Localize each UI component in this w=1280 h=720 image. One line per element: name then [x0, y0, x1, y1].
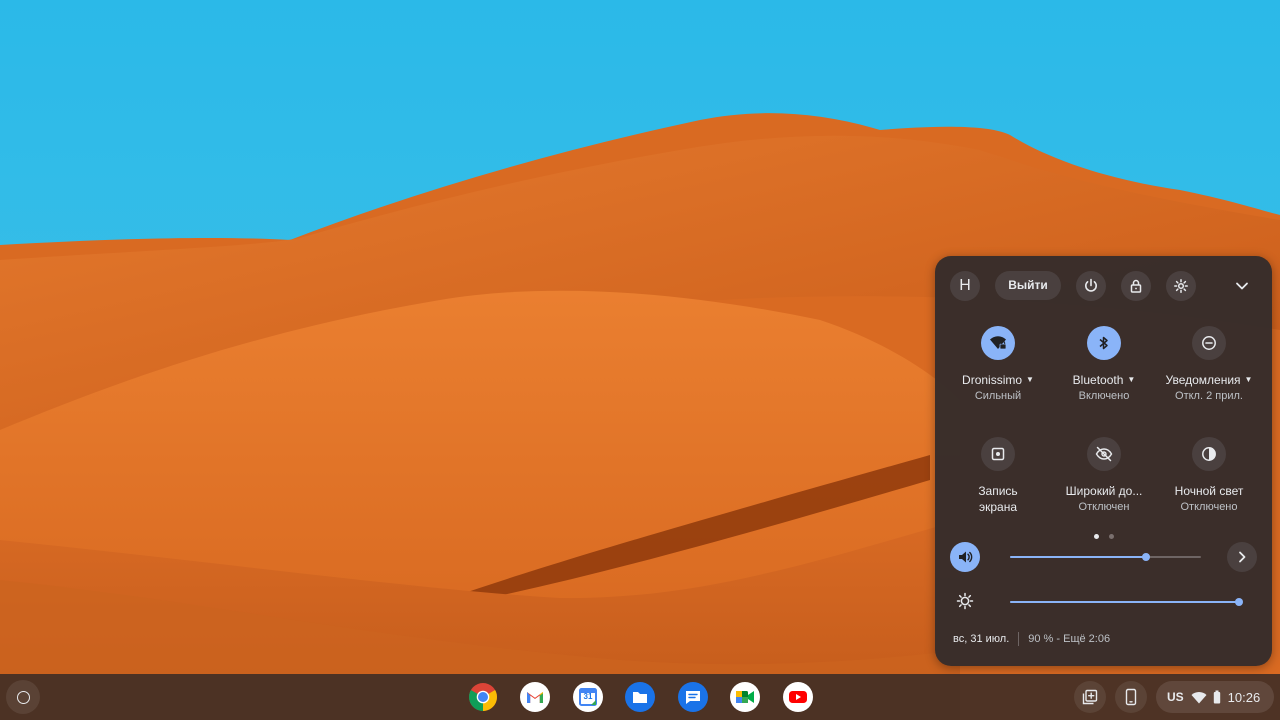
- dropdown-caret-icon: ▼: [1127, 375, 1136, 384]
- meet-icon: [730, 682, 760, 712]
- volume-slider-fill: [1010, 556, 1146, 558]
- tile-network-label: Dronissimo: [962, 373, 1023, 387]
- brightness-icon-wrap: [950, 586, 980, 616]
- tile-night-light-label: Ночной свет: [1174, 484, 1244, 498]
- volume-mute-button[interactable]: [950, 542, 980, 572]
- tile-notifications-status: Откл. 2 прил.: [1175, 390, 1243, 402]
- tile-network-status: Сильный: [974, 390, 1022, 402]
- tile-wide-access-toggle[interactable]: [1087, 437, 1121, 471]
- tile-bluetooth-label: Bluetooth: [1072, 373, 1124, 387]
- app-youtube[interactable]: [783, 682, 813, 712]
- quick-settings-footer: вс, 31 июл. 90 % - Ещё 2:06: [953, 632, 1110, 646]
- screen-capture-icon: [991, 447, 1005, 461]
- app-gmail[interactable]: [520, 682, 550, 712]
- page-dot-1[interactable]: [1093, 534, 1099, 539]
- dropdown-caret-icon: ▼: [1026, 375, 1034, 384]
- chevron-right-icon: [1239, 551, 1246, 563]
- status-area-button[interactable]: US 10:26: [1156, 681, 1274, 713]
- do-not-disturb-icon: [1202, 336, 1216, 350]
- sign-out-button[interactable]: Выйти: [995, 271, 1061, 300]
- holding-space-button[interactable]: [1074, 681, 1106, 713]
- phone-icon: [1125, 688, 1137, 706]
- app-calendar[interactable]: 31: [573, 682, 603, 712]
- chevron-down-icon: [1236, 282, 1248, 290]
- volume-slider[interactable]: [1010, 553, 1201, 561]
- phone-hub-button[interactable]: [1115, 681, 1147, 713]
- tile-bluetooth-toggle[interactable]: [1087, 326, 1121, 360]
- brightness-slider[interactable]: [1010, 598, 1243, 606]
- audio-settings-button[interactable]: [1227, 542, 1257, 572]
- volume-slider-thumb[interactable]: [1141, 553, 1150, 561]
- tile-page-indicator: [935, 526, 1272, 544]
- footer-divider: [1018, 632, 1020, 646]
- clock: 10:26: [1227, 689, 1261, 705]
- app-meet[interactable]: [730, 682, 760, 712]
- app-messages[interactable]: [678, 682, 708, 712]
- tile-bluetooth-status: Включено: [1078, 390, 1130, 402]
- eye-off-icon: [1095, 446, 1113, 462]
- user-avatar[interactable]: H: [950, 271, 980, 301]
- files-icon: [625, 682, 655, 712]
- collapse-button[interactable]: [1227, 273, 1257, 299]
- ime-indicator: US: [1167, 690, 1184, 704]
- tile-network-toggle[interactable]: [981, 326, 1015, 360]
- calendar-day: 31: [583, 692, 593, 701]
- tile-wide-access-label: Широкий до...: [1065, 484, 1143, 498]
- tile-night-light[interactable]: Ночной свет Отключено: [1154, 437, 1264, 515]
- chrome-icon: [469, 683, 497, 711]
- launcher-icon: [16, 690, 30, 704]
- tile-network[interactable]: Dronissimo ▼ Сильный: [943, 326, 1053, 404]
- gmail-icon: [520, 682, 550, 712]
- brightness-icon: [956, 592, 974, 610]
- tile-wide-access-status: Отключен: [1078, 501, 1130, 513]
- youtube-icon: [783, 682, 813, 712]
- tile-night-light-toggle[interactable]: [1192, 437, 1226, 471]
- dropdown-caret-icon: ▼: [1244, 375, 1253, 384]
- power-icon: [1085, 278, 1097, 292]
- battery-icon: [1213, 690, 1220, 704]
- tile-bluetooth[interactable]: Bluetooth ▼ Включено: [1049, 326, 1159, 404]
- tile-screen-capture-label: Запись экрана: [978, 484, 1018, 514]
- lock-button[interactable]: [1121, 271, 1151, 301]
- tile-notifications-toggle[interactable]: [1192, 326, 1226, 360]
- messages-icon: [678, 682, 708, 712]
- page-dot-2[interactable]: [1108, 534, 1114, 539]
- tile-wide-access[interactable]: Широкий до... Отключен: [1049, 437, 1159, 515]
- night-light-icon: [1202, 447, 1216, 461]
- holding-space-icon: [1082, 689, 1098, 705]
- shelf: 31 US 10:26: [0, 674, 1280, 720]
- quick-settings-header: H Выйти: [935, 256, 1272, 316]
- tile-notifications[interactable]: Уведомления ▼ Откл. 2 прил.: [1154, 326, 1264, 404]
- tile-night-light-status: Отключено: [1180, 501, 1238, 513]
- tile-notifications-label: Уведомления: [1165, 373, 1241, 387]
- settings-button[interactable]: [1166, 271, 1196, 301]
- lock-icon: [1130, 279, 1142, 293]
- date-label[interactable]: вс, 31 июл.: [953, 633, 1009, 645]
- launcher-button[interactable]: [6, 680, 40, 714]
- app-files[interactable]: [625, 682, 655, 712]
- gear-icon: [1174, 279, 1188, 293]
- brightness-slider-fill: [1010, 601, 1239, 603]
- brightness-slider-thumb[interactable]: [1235, 598, 1243, 606]
- app-chrome[interactable]: [468, 682, 498, 712]
- quick-settings-panel: H Выйти Dronissimo ▼ Сильный Bluetooth ▼ В…: [935, 256, 1272, 666]
- tile-screen-capture-toggle[interactable]: [981, 437, 1015, 471]
- volume-icon: [959, 551, 973, 563]
- battery-label[interactable]: 90 % - Ещё 2:06: [1028, 633, 1110, 645]
- wifi-icon: [1191, 691, 1207, 703]
- tile-screen-capture[interactable]: Запись экрана: [943, 437, 1053, 515]
- wifi-locked-icon: [990, 336, 1007, 350]
- bluetooth-icon: [1099, 336, 1108, 350]
- power-button[interactable]: [1076, 271, 1106, 301]
